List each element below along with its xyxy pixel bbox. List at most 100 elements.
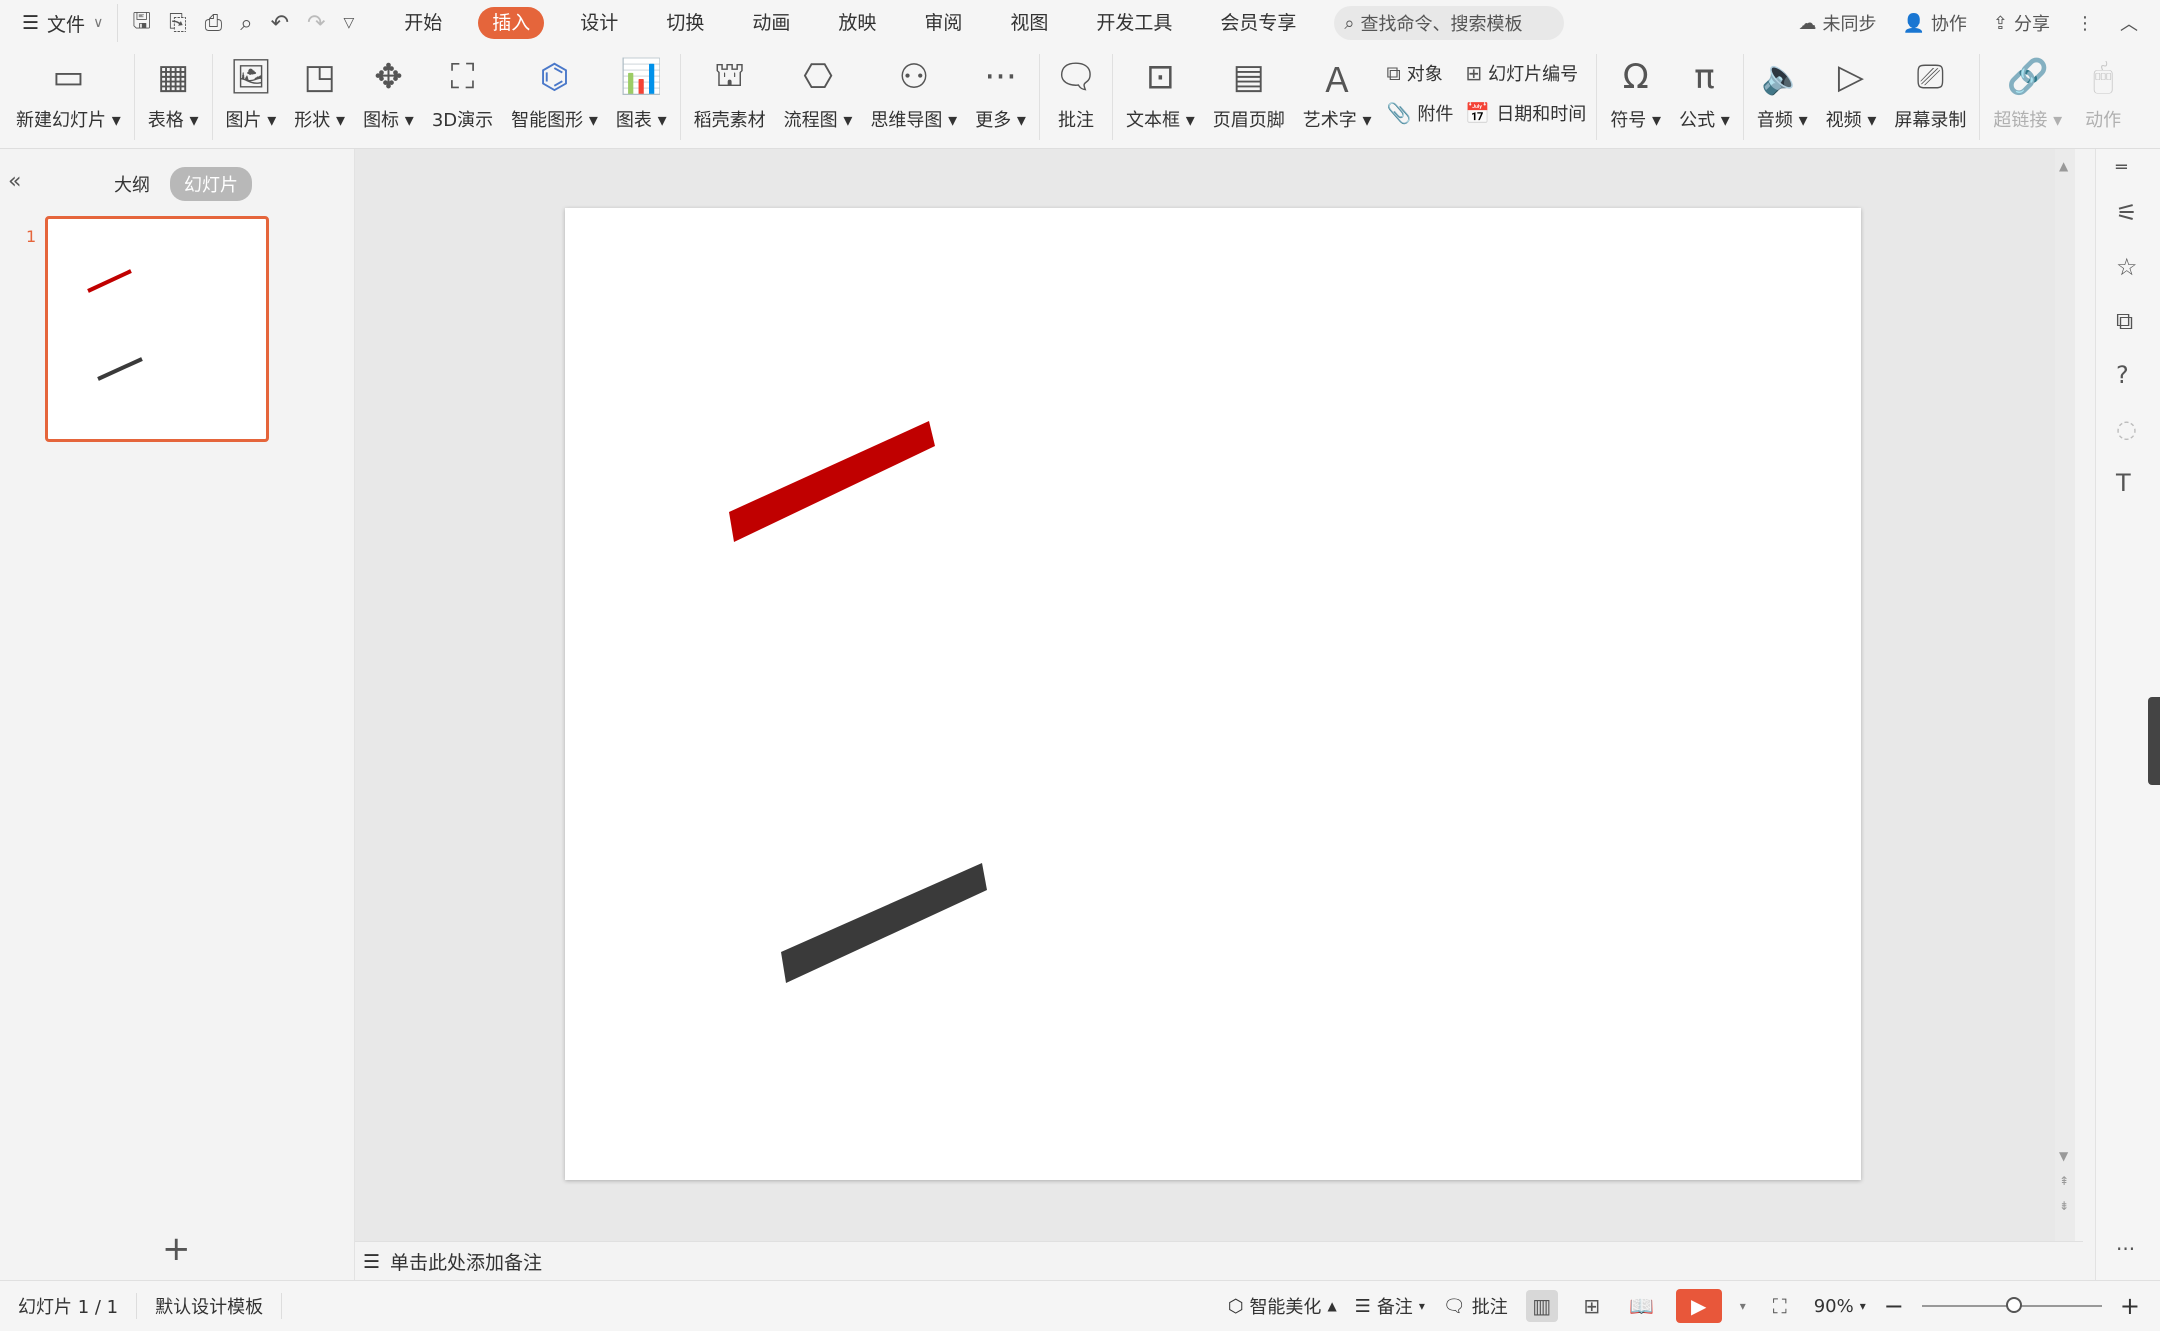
action-label: 动作 bbox=[2085, 110, 2122, 131]
help-icon[interactable]: ? bbox=[2116, 361, 2129, 389]
transition-icon[interactable]: ⧉ bbox=[2116, 307, 2133, 335]
tab-member[interactable]: 会员专享 bbox=[1196, 0, 1320, 46]
screen-record-button[interactable]: ⎚ 屏幕录制 bbox=[1885, 46, 1975, 132]
caret-up-icon: ▲ bbox=[1327, 1299, 1337, 1313]
table-icon: ▦ bbox=[157, 57, 190, 97]
beautify-button[interactable]: ⬡ 智能美化 ▲ bbox=[1228, 1293, 1337, 1319]
more-icon[interactable]: ··· bbox=[2116, 1237, 2135, 1261]
calendar-icon: 📅 bbox=[1465, 101, 1491, 125]
undo-icon[interactable]: ↶ bbox=[271, 11, 289, 36]
tab-home[interactable]: 开始 bbox=[380, 0, 466, 46]
flowchart-button[interactable]: ⎔ 流程图 ▾ bbox=[775, 46, 862, 132]
idea-icon[interactable]: ◌ bbox=[2116, 415, 2137, 443]
grid-view-icon[interactable]: ⊞ bbox=[1576, 1290, 1608, 1322]
collapse-panel-icon[interactable]: « bbox=[8, 169, 21, 194]
new-slide-button[interactable]: ▭ 新建幻灯片 ▾ bbox=[0, 46, 130, 132]
play-slideshow-button[interactable]: ▶ bbox=[1675, 1289, 1722, 1323]
search-box[interactable]: ⌕ 查找命令、搜索模板 bbox=[1334, 6, 1565, 40]
slide-number-label: 幻灯片编号 bbox=[1488, 64, 1579, 85]
tab-slideshow[interactable]: 放映 bbox=[814, 0, 900, 46]
text-format-icon[interactable]: T bbox=[2116, 469, 2131, 497]
smartart-button[interactable]: ⌬ 智能图形 ▾ bbox=[502, 46, 607, 132]
tab-slides[interactable]: 幻灯片 bbox=[170, 167, 252, 201]
picture-icon: 🖼 bbox=[229, 57, 273, 97]
attachment-label: 附件 bbox=[1417, 104, 1454, 125]
redo-icon[interactable]: ↷ bbox=[307, 11, 325, 36]
scroll-up-icon[interactable]: ▲ bbox=[2059, 159, 2068, 173]
tab-insert[interactable]: 插入 bbox=[478, 7, 545, 39]
tab-animation[interactable]: 动画 bbox=[728, 0, 814, 46]
picture-button[interactable]: 🖼 图片 ▾ bbox=[217, 46, 286, 132]
template-name[interactable]: 默认设计模板 bbox=[137, 1293, 281, 1319]
zoom-in-icon[interactable]: + bbox=[2120, 1292, 2140, 1320]
sidebar-drag-handle[interactable] bbox=[2148, 697, 2160, 785]
tab-review[interactable]: 审阅 bbox=[900, 0, 986, 46]
fit-window-icon[interactable]: ⛶ bbox=[1764, 1290, 1796, 1322]
properties-icon[interactable]: ⚟ bbox=[2116, 199, 2138, 227]
comment-button[interactable]: 🗨 批注 bbox=[1044, 46, 1108, 132]
next-slide-icon[interactable]: ⇟ bbox=[2059, 1199, 2069, 1213]
object-button[interactable]: ⧉ 对象 bbox=[1387, 60, 1454, 86]
table-button[interactable]: ▦ 表格 ▾ bbox=[139, 46, 208, 132]
attachment-button[interactable]: 📎 附件 bbox=[1387, 100, 1454, 126]
chart-button[interactable]: 📊 图表 ▾ bbox=[607, 46, 676, 132]
tab-transition[interactable]: 切换 bbox=[642, 0, 728, 46]
slide-thumbnail[interactable] bbox=[45, 216, 269, 442]
sidebar-collapse-icon[interactable]: ═ bbox=[2116, 157, 2127, 178]
collab-button[interactable]: 👤 协作 bbox=[1902, 10, 1966, 36]
scroll-down-icon[interactable]: ▼ bbox=[2059, 1149, 2068, 1163]
audio-button[interactable]: 🔈 音频 ▾ bbox=[1748, 46, 1817, 132]
action-button: 🖱 动作 bbox=[2071, 46, 2135, 132]
vertical-scrollbar[interactable]: ▲ ▼ ⇞ ⇟ bbox=[2055, 149, 2075, 1241]
share-button[interactable]: ⇪ 分享 bbox=[1993, 10, 2050, 36]
save-icon[interactable]: 🖫 bbox=[132, 4, 151, 42]
format-painter-icon[interactable]: ⎘ bbox=[169, 11, 187, 36]
zoom-slider-knob[interactable] bbox=[2005, 1297, 2022, 1313]
insert-object-group: ⧉ 对象 📎 附件 bbox=[1381, 46, 1460, 126]
zoom-level-dropdown[interactable]: 90% ▾ bbox=[1814, 1296, 1866, 1317]
dark-bar[interactable] bbox=[781, 863, 987, 983]
right-sidebar: ═ ⚟ ☆ ⧉ ? ◌ T ··· bbox=[2095, 149, 2160, 1280]
more-options-icon[interactable]: ⋮ bbox=[2076, 13, 2094, 34]
video-button[interactable]: ▷ 视频 ▾ bbox=[1817, 46, 1886, 132]
tab-outline[interactable]: 大纲 bbox=[114, 171, 150, 197]
reading-view-icon[interactable]: 📖 bbox=[1626, 1290, 1658, 1322]
collapse-ribbon-icon[interactable]: ︿ bbox=[2120, 10, 2138, 36]
customize-icon[interactable]: ▽ bbox=[343, 15, 354, 31]
demo3d-button[interactable]: ⛶ 3D演示 bbox=[423, 46, 502, 132]
sync-status[interactable]: ☁ 未同步 bbox=[1798, 10, 1876, 36]
tab-design[interactable]: 设计 bbox=[556, 0, 642, 46]
smartart-label: 智能图形 bbox=[511, 110, 584, 131]
file-menu-button[interactable]: ☰ 文件 ∨ bbox=[0, 10, 117, 37]
normal-view-icon[interactable]: ▥ bbox=[1525, 1290, 1558, 1322]
slide-content bbox=[729, 421, 987, 983]
comments-toggle-button[interactable]: 🗨 批注 bbox=[1443, 1293, 1508, 1319]
tab-developer[interactable]: 开发工具 bbox=[1072, 0, 1196, 46]
header-footer-button[interactable]: ▤ 页眉页脚 bbox=[1204, 46, 1294, 132]
datetime-button[interactable]: 📅 日期和时间 bbox=[1465, 100, 1586, 126]
notes-area[interactable]: ☰ 单击此处添加备注 bbox=[355, 1241, 2083, 1281]
animation-icon[interactable]: ☆ bbox=[2116, 253, 2138, 281]
zoom-slider[interactable] bbox=[1921, 1297, 2102, 1313]
red-bar[interactable] bbox=[729, 421, 935, 542]
notes-toggle-button[interactable]: ☰ 备注 ▾ bbox=[1355, 1293, 1425, 1319]
icon-button[interactable]: ✥ 图标 ▾ bbox=[354, 46, 423, 132]
slide-page[interactable] bbox=[565, 208, 1861, 1180]
formula-button[interactable]: π 公式 ▾ bbox=[1670, 46, 1739, 132]
play-options-icon[interactable]: ▾ bbox=[1740, 1299, 1746, 1313]
slide-number-button[interactable]: ⊞ 幻灯片编号 bbox=[1465, 60, 1586, 86]
share-label: 分享 bbox=[2014, 14, 2050, 35]
assets-button[interactable]: ⛫ 稻壳素材 bbox=[685, 46, 775, 132]
wordart-button[interactable]: Ａ 艺术字 ▾ bbox=[1294, 46, 1381, 132]
add-slide-icon[interactable]: + bbox=[162, 1229, 191, 1269]
prev-slide-icon[interactable]: ⇞ bbox=[2059, 1174, 2069, 1188]
shape-button[interactable]: ◳ 形状 ▾ bbox=[285, 46, 354, 132]
print-icon[interactable]: ⎙ bbox=[205, 11, 223, 36]
tab-view[interactable]: 视图 bbox=[986, 0, 1072, 46]
more-button[interactable]: ··· 更多 ▾ bbox=[966, 46, 1035, 132]
textbox-button[interactable]: ⊡ 文本框 ▾ bbox=[1117, 46, 1204, 132]
symbol-button[interactable]: Ω 符号 ▾ bbox=[1601, 46, 1670, 132]
mindmap-button[interactable]: ⚇ 思维导图 ▾ bbox=[861, 46, 966, 132]
zoom-out-icon[interactable]: − bbox=[1884, 1292, 1904, 1320]
print-preview-icon[interactable]: ⌕ bbox=[240, 11, 252, 36]
